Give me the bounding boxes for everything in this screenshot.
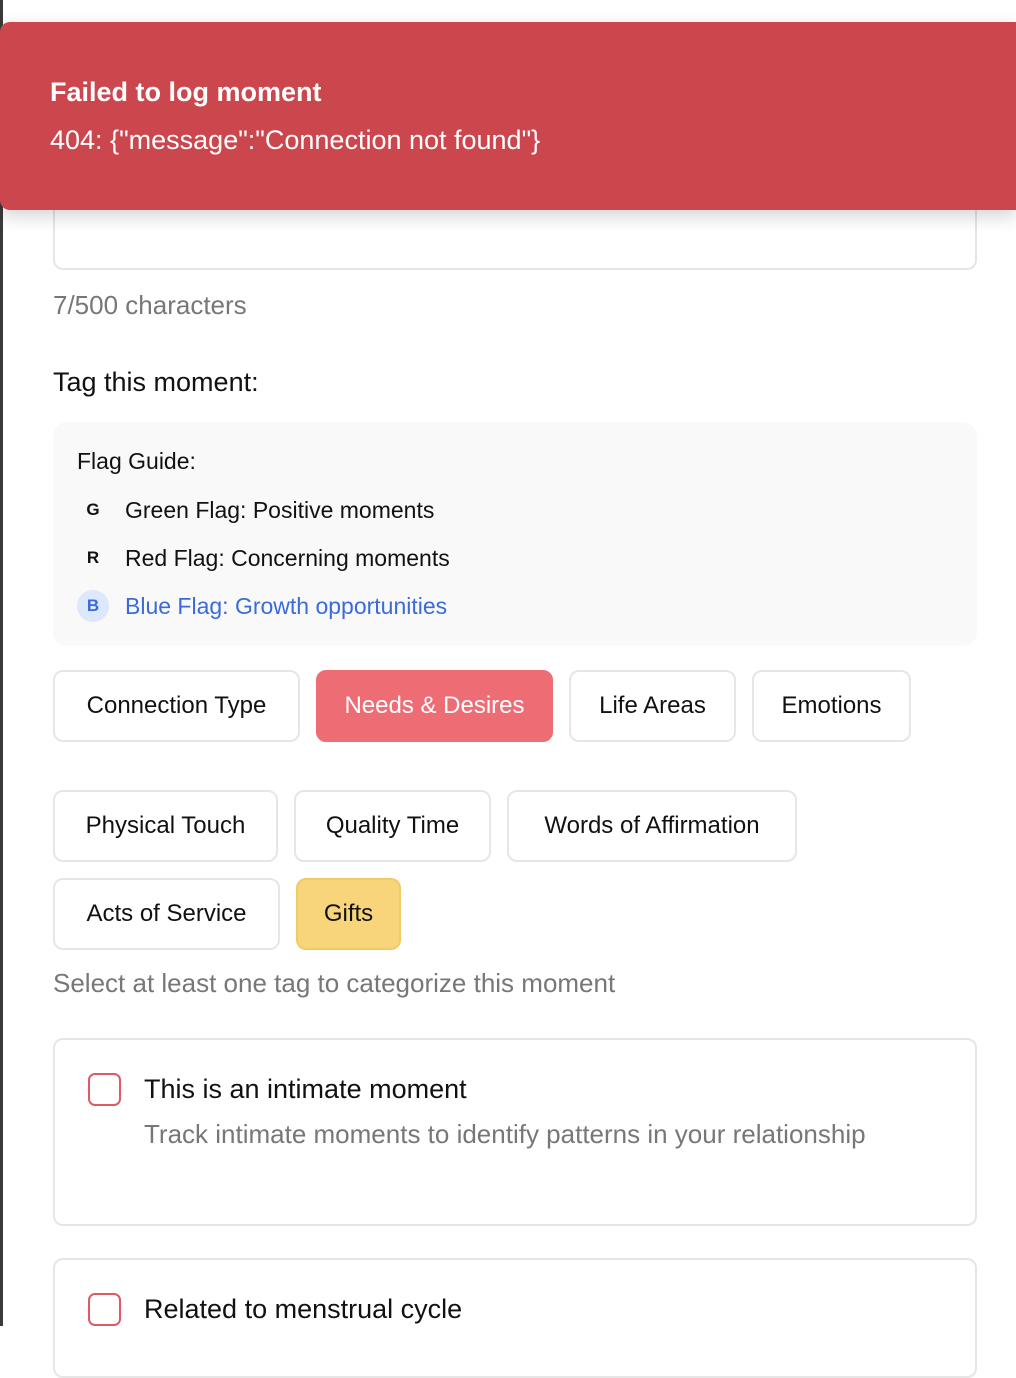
toast-message: 404: {"message":"Connection not found"} — [50, 125, 541, 155]
character-count: 7/500 characters — [53, 290, 247, 320]
menstrual-cycle-title: Related to menstrual cycle — [144, 1294, 463, 1324]
intimate-moment-checkbox[interactable] — [88, 1073, 121, 1106]
menstrual-cycle-checkbox[interactable] — [88, 1293, 121, 1326]
tag-gifts[interactable]: Gifts — [296, 878, 401, 950]
tag-words-of-affirmation[interactable]: Words of Affirmation — [507, 790, 797, 862]
blue-flag-label: Blue Flag: Growth opportunities — [125, 592, 448, 619]
flag-guide-blue: B Blue Flag: Growth opportunities — [77, 590, 447, 622]
category-emotions[interactable]: Emotions — [752, 670, 911, 742]
menstrual-cycle-card[interactable]: Related to menstrual cycle — [53, 1258, 977, 1378]
flag-guide-red: R Red Flag: Concerning moments — [77, 542, 450, 574]
red-flag-label: Red Flag: Concerning moments — [125, 544, 450, 571]
intimate-moment-title: This is an intimate moment — [144, 1074, 467, 1104]
category-connection-type[interactable]: Connection Type — [53, 670, 300, 742]
tag-physical-touch[interactable]: Physical Touch — [53, 790, 278, 862]
red-flag-icon: R — [86, 548, 100, 567]
intimate-moment-card[interactable]: This is an intimate moment Track intimat… — [53, 1038, 977, 1226]
category-needs-desires[interactable]: Needs & Desires — [316, 670, 553, 742]
green-flag-label: Green Flag: Positive moments — [125, 496, 435, 523]
category-life-areas[interactable]: Life Areas — [569, 670, 736, 742]
blue-flag-icon: B — [77, 590, 109, 622]
tag-section-heading: Tag this moment: — [53, 367, 259, 397]
flag-guide-green: G Green Flag: Positive moments — [77, 494, 434, 526]
tag-acts-of-service[interactable]: Acts of Service — [53, 878, 280, 950]
flag-guide-title: Flag Guide: — [77, 448, 196, 474]
toast-title: Failed to log moment — [50, 77, 322, 107]
flag-guide: Flag Guide: G Green Flag: Positive momen… — [53, 422, 977, 646]
tag-helper-text: Select at least one tag to categorize th… — [53, 968, 616, 998]
intimate-moment-description: Track intimate moments to identify patte… — [144, 1119, 866, 1149]
tag-quality-time[interactable]: Quality Time — [294, 790, 491, 862]
error-toast[interactable]: Failed to log moment 404: {"message":"Co… — [0, 22, 1016, 210]
green-flag-icon: G — [86, 500, 100, 519]
